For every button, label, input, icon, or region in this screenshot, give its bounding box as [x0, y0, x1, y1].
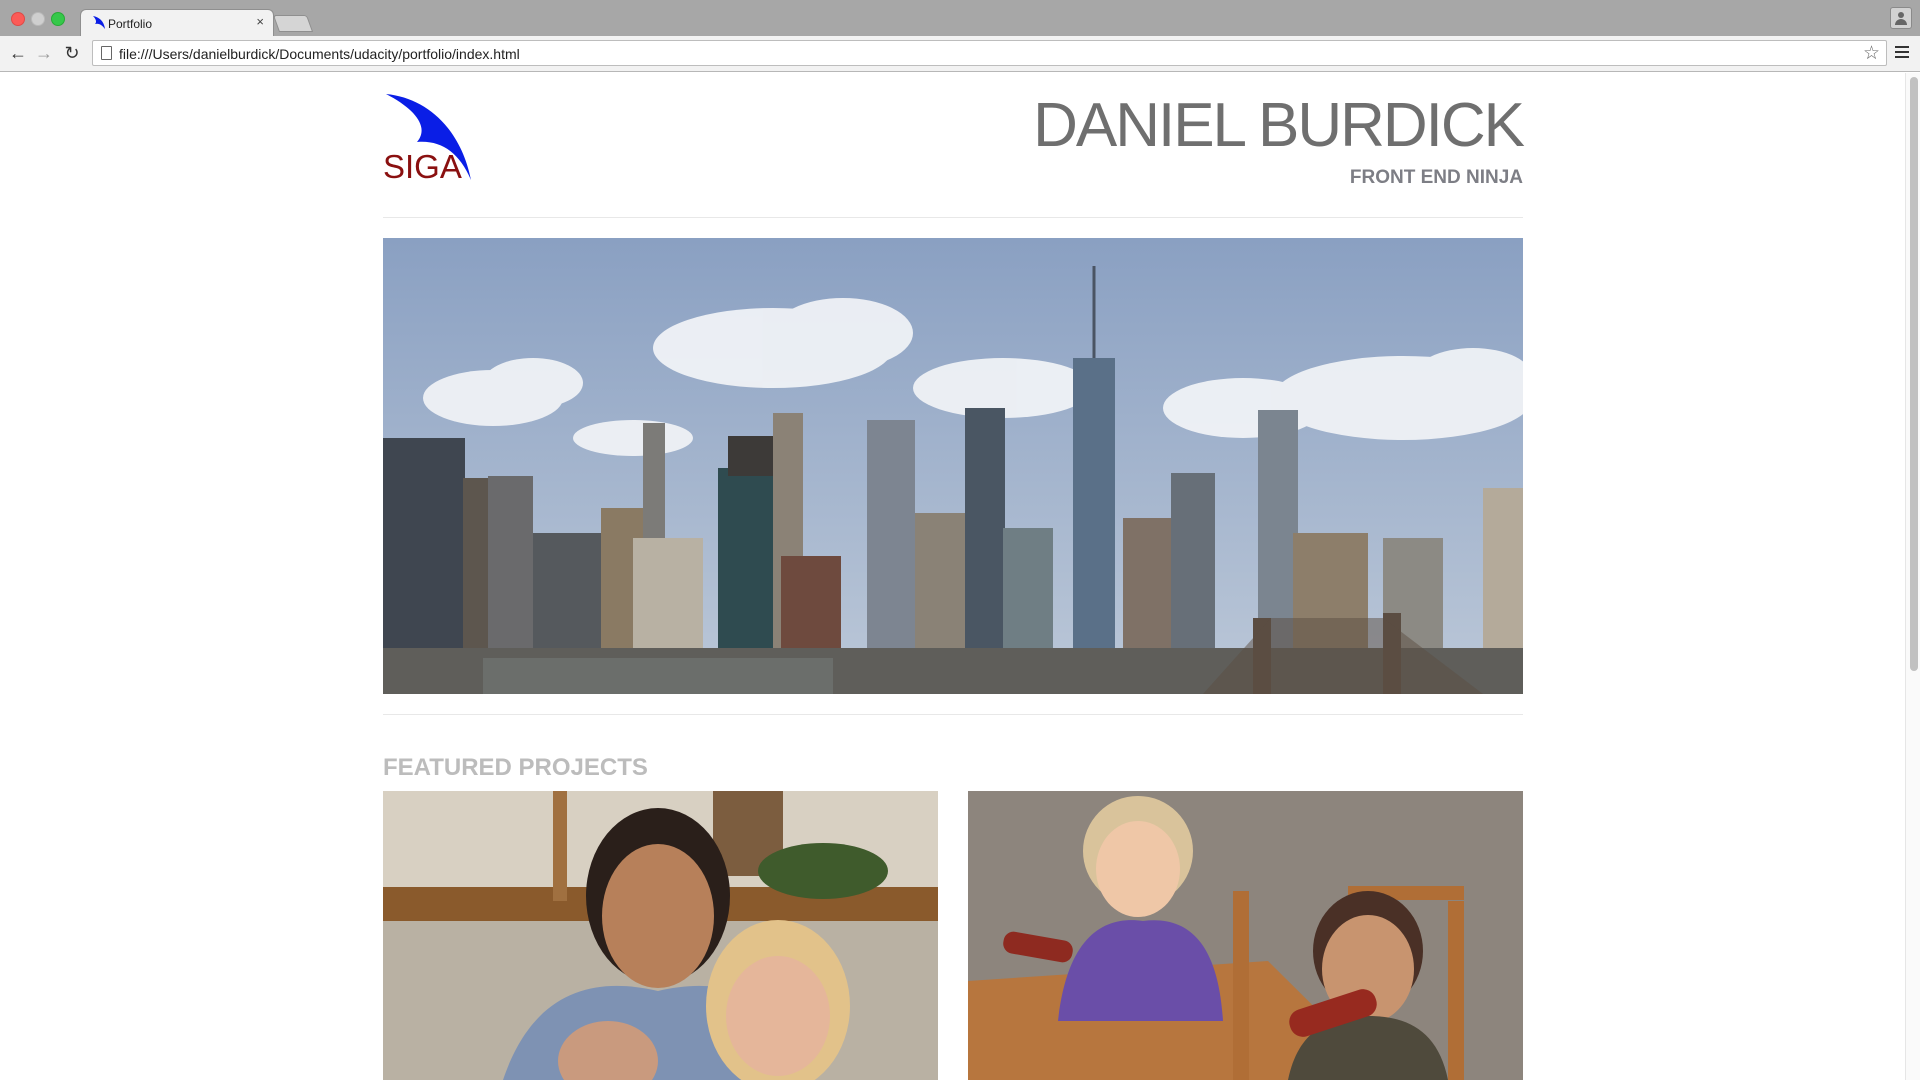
minimize-window-button[interactable]: [31, 12, 45, 26]
profile-icon[interactable]: [1890, 7, 1912, 29]
featured-projects-heading: FEATURED PROJECTS: [383, 754, 648, 781]
reload-button[interactable]: ↻: [62, 43, 82, 63]
siga-favicon-icon: [93, 16, 105, 29]
menu-icon[interactable]: [1895, 45, 1909, 59]
page-icon: [101, 46, 112, 60]
forward-button[interactable]: →: [34, 43, 54, 63]
scrollbar-thumb[interactable]: [1910, 77, 1918, 671]
tab-title: Portfolio: [108, 17, 153, 31]
close-window-button[interactable]: [11, 12, 25, 26]
project-thumbnail-1[interactable]: [383, 791, 938, 1080]
new-tab-button[interactable]: [272, 15, 314, 32]
page-subtitle: FRONT END NINJA: [1349, 167, 1523, 188]
maximize-window-button[interactable]: [51, 12, 65, 26]
browser-toolbar: ← → ↻ file:///Users/danielburdick/Docume…: [0, 36, 1920, 72]
hero-skyline-image: [383, 238, 1523, 694]
divider: [383, 714, 1523, 715]
browser-titlebar: Portfolio ×: [0, 0, 1920, 36]
address-bar[interactable]: file:///Users/danielburdick/Documents/ud…: [92, 40, 1887, 66]
bookmark-star-icon[interactable]: ☆: [1863, 42, 1880, 65]
browser-tab[interactable]: Portfolio ×: [80, 9, 274, 36]
tab-close-icon[interactable]: ×: [256, 14, 264, 29]
logo-text: SIGA: [383, 148, 462, 184]
divider: [383, 217, 1523, 218]
back-button[interactable]: ←: [8, 43, 28, 63]
project-thumbnail-2[interactable]: [968, 791, 1523, 1080]
page-scrollbar[interactable]: [1905, 73, 1920, 1080]
page-title: DANIEL BURDICK: [1033, 91, 1525, 160]
url-text[interactable]: file:///Users/danielburdick/Documents/ud…: [119, 46, 520, 62]
siga-logo[interactable]: SIGA: [383, 92, 475, 184]
